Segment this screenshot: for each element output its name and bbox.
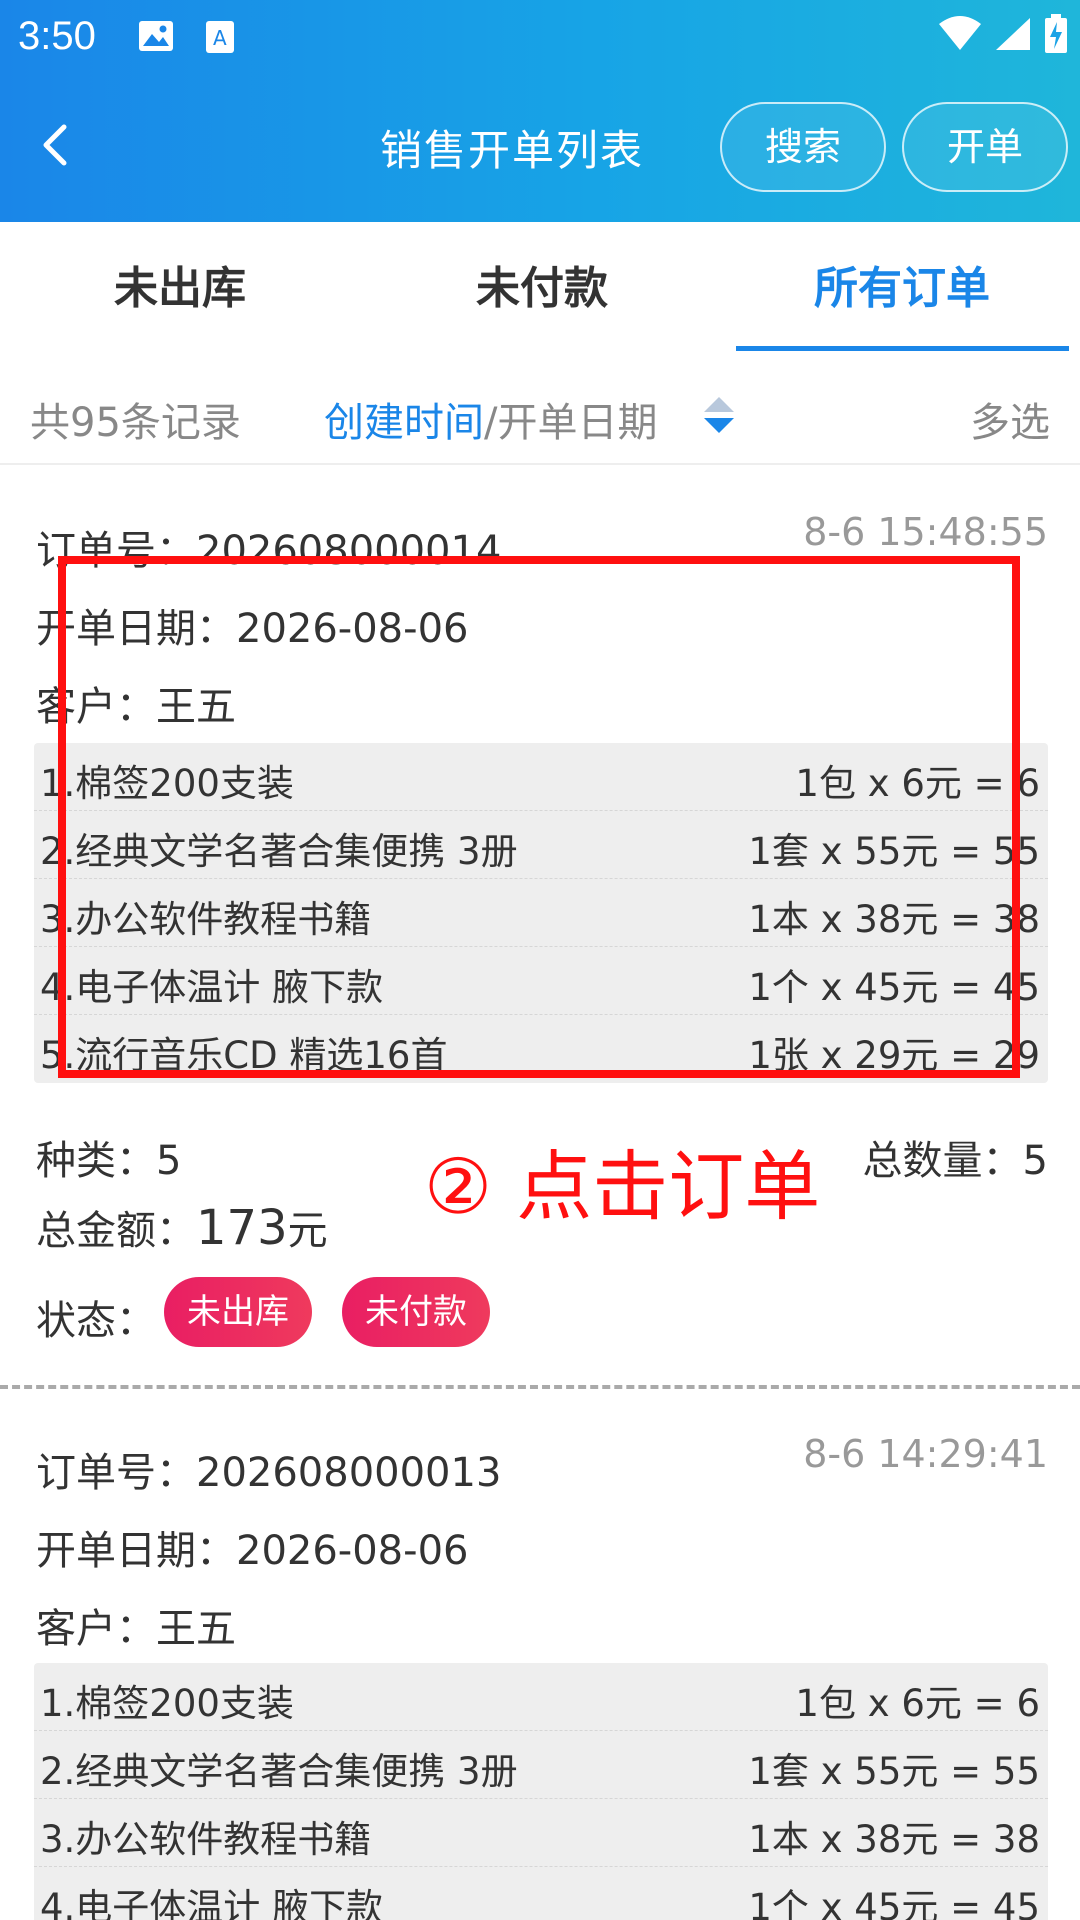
kinds-value: 5	[156, 1138, 182, 1184]
svg-text:A: A	[213, 26, 227, 50]
list-item: 4.电子体温计 腋下款 1个 x 45元 = 45	[34, 1867, 1048, 1920]
nav-bar: 销售开单列表 搜索 开单	[0, 95, 1080, 195]
font-icon: A	[205, 20, 235, 58]
create-order-button[interactable]: 开单	[902, 102, 1068, 192]
sort-created-time[interactable]: 创建时间	[324, 400, 484, 446]
item-price: 1个 x 45元 = 45	[748, 1886, 1040, 1920]
sort-separator: /	[484, 400, 498, 446]
customer-name: 王五	[156, 1606, 236, 1652]
order-number-line: 订单号：202608000013	[36, 1440, 501, 1498]
amount-label: 总金额：	[36, 1208, 196, 1254]
sort-arrows-icon[interactable]	[702, 395, 736, 435]
image-icon	[138, 20, 174, 56]
order-items-list: 1.棉签200支装 1包 x 6元 = 6 2.经典文学名著合集便携 3册 1套…	[34, 1663, 1048, 1920]
search-button[interactable]: 搜索	[720, 102, 886, 192]
kinds-line: 种类：5	[36, 1128, 181, 1186]
item-name: 1.棉签200支装	[40, 1682, 294, 1725]
signal-icon	[994, 16, 1032, 56]
order-number-label: 订单号：	[36, 1450, 196, 1496]
status-badge: 未付款	[342, 1277, 490, 1347]
tab-bar: 未出库 未付款 所有订单	[0, 222, 1080, 352]
record-count: 共95条记录	[30, 400, 241, 446]
item-name: 4.电子体温计 腋下款	[40, 1886, 384, 1920]
back-icon[interactable]	[30, 117, 86, 173]
status-time: 3:50	[18, 14, 96, 58]
app-header: 3:50 A 销售开单列表 搜索 开单	[0, 0, 1080, 222]
status-badge: 未出库	[164, 1277, 312, 1347]
kinds-label: 种类：	[36, 1138, 156, 1184]
item-price: 1套 x 55元 = 55	[748, 1750, 1040, 1793]
order-time: 8-6 14:29:41	[803, 1432, 1048, 1476]
sort-selector[interactable]: 创建时间/开单日期	[324, 390, 657, 448]
total-quantity-label: 总数量：	[862, 1138, 1023, 1184]
tab-not-shipped[interactable]: 未出库	[0, 252, 360, 316]
list-item: 3.办公软件教程书籍 1本 x 38元 = 38	[34, 1799, 1048, 1867]
order-time: 8-6 15:48:55	[803, 510, 1048, 554]
item-name: 2.经典文学名著合集便携 3册	[40, 1750, 518, 1793]
item-price: 1本 x 38元 = 38	[748, 1818, 1040, 1861]
filter-row: 共95条记录 创建时间/开单日期 多选	[0, 365, 1080, 465]
annotation-text: ② 点击订单	[424, 1142, 821, 1231]
list-item: 1.棉签200支装 1包 x 6元 = 6	[34, 1663, 1048, 1731]
highlight-box	[58, 556, 1020, 1078]
item-name: 3.办公软件教程书籍	[40, 1818, 372, 1861]
active-tab-indicator	[736, 346, 1069, 351]
tab-all-orders[interactable]: 所有订单	[722, 252, 1080, 316]
order-date-label: 开单日期：	[36, 1528, 236, 1574]
total-quantity: 5	[1022, 1138, 1048, 1184]
tab-unpaid[interactable]: 未付款	[362, 252, 722, 316]
order-number: 202608000013	[196, 1450, 502, 1496]
page-title: 销售开单列表	[380, 126, 645, 175]
card-divider	[0, 1385, 1080, 1389]
total-quantity-line: 总数量：5	[863, 1128, 1048, 1186]
status-bar: 3:50 A	[0, 0, 1080, 80]
amount-line: 总金额：173元	[36, 1198, 328, 1256]
order-card[interactable]: 订单号：202608000013 8-6 14:29:41 开单日期：2026-…	[0, 1400, 1080, 1920]
customer-line: 客户：王五	[36, 1596, 236, 1654]
list-item: 2.经典文学名著合集便携 3册 1套 x 55元 = 55	[34, 1731, 1048, 1799]
customer-label: 客户：	[36, 1606, 156, 1652]
order-date: 2026-08-06	[236, 1528, 469, 1574]
item-price: 1包 x 6元 = 6	[795, 1682, 1040, 1725]
amount-value: 173	[196, 1200, 288, 1256]
amount-unit: 元	[287, 1208, 328, 1254]
order-date-line: 开单日期：2026-08-06	[36, 1518, 468, 1576]
battery-icon	[1044, 14, 1068, 58]
status-label: 状态：	[36, 1298, 156, 1344]
sort-order-date[interactable]: 开单日期	[497, 400, 657, 446]
multi-select-button[interactable]: 多选	[970, 390, 1050, 448]
wifi-icon	[938, 16, 982, 56]
